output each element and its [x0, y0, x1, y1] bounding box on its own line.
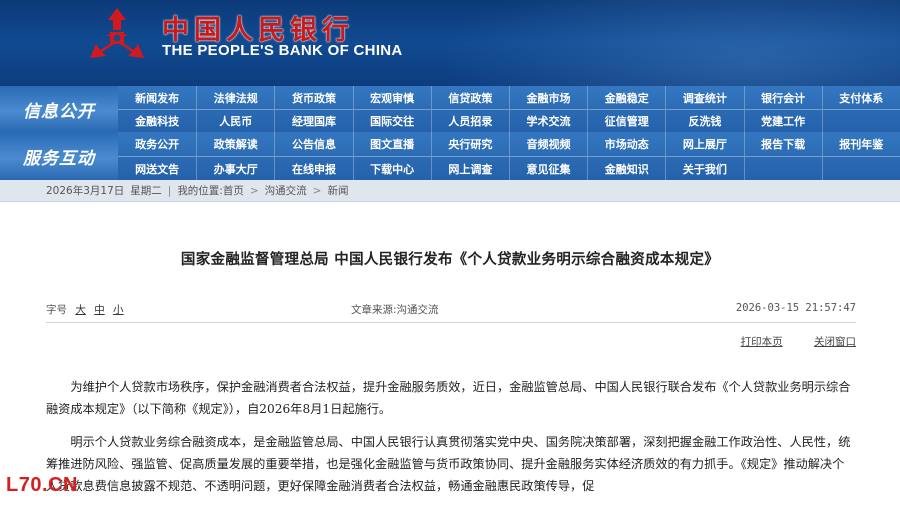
nav-row: 新闻发布 法律法规 货币政策 宏观审慎 信贷政策 金融市场 金融稳定 调查统计 银行会计 支付体系 — [118, 86, 900, 109]
nav-item[interactable]: 网上展厅 — [665, 132, 743, 156]
breadcrumb-separator: > — [249, 184, 259, 197]
nav-item[interactable]: 关于我们 — [665, 157, 743, 180]
nav-item[interactable]: 意见征集 — [508, 157, 587, 180]
nav-item[interactable]: 调查统计 — [665, 86, 743, 109]
font-size-large[interactable]: 大 — [75, 304, 86, 316]
nav-item[interactable]: 征信管理 — [587, 110, 665, 132]
nav-row: 网送文告 办事大厅 在线申报 下载中心 网上调查 意见征集 金融知识 关于我们 — [118, 156, 900, 180]
breadcrumb-home[interactable]: 首页 — [223, 183, 244, 198]
nav-item[interactable]: 网上调查 — [430, 157, 509, 180]
current-date: 2026年3月17日 — [46, 185, 125, 197]
nav-item[interactable]: 金融稳定 — [587, 86, 665, 109]
nav-item-empty — [743, 157, 822, 180]
status-bar: 2026年3月17日 星期二 | 我的位置: 首页 > 沟通交流 > 新闻 — [0, 180, 900, 202]
pboc-logo-icon[interactable] — [86, 6, 148, 64]
nav-item[interactable]: 图文直播 — [352, 132, 431, 156]
site-watermark: L70.CN — [6, 474, 78, 496]
nav-item[interactable]: 反洗钱 — [665, 110, 743, 132]
article-paragraph: 明示个人贷款业务综合融资成本，是金融监管总局、中国人民银行认真贯彻落实党中央、国… — [46, 435, 851, 493]
font-size-medium[interactable]: 中 — [94, 304, 105, 316]
nav-item[interactable]: 人员招录 — [430, 110, 509, 132]
nav-item[interactable]: 新闻发布 — [118, 86, 196, 109]
nav-group-label: 服务互动 — [0, 132, 118, 180]
article-timestamp: 2026-03-15 21:57:47 — [735, 302, 856, 314]
breadcrumb-news[interactable]: 新闻 — [327, 183, 348, 198]
nav-item[interactable]: 音频视频 — [508, 132, 587, 156]
nav-item[interactable]: 金融市场 — [508, 86, 587, 109]
nav-item[interactable]: 央行研究 — [430, 132, 509, 156]
nav-rows: 政务公开 政策解读 公告信息 图文直播 央行研究 音频视频 市场动态 网上展厅 报告下载 报刊年鉴… — [118, 132, 900, 180]
article-source: 文章来源:沟通交流 — [351, 304, 439, 316]
nav-item[interactable]: 公告信息 — [274, 132, 352, 156]
nav-group-service: 服务互动 政务公开 政策解读 公告信息 图文直播 央行研究 音频视频 市场动态 网上展厅 报告下… — [0, 132, 900, 180]
nav-item[interactable]: 报刊年鉴 — [821, 132, 900, 156]
nav-item[interactable]: 信贷政策 — [430, 86, 509, 109]
main-nav: 信息公开 新闻发布 法律法规 货币政策 宏观审慎 信贷政策 金融市场 金融稳定 调查统计 银行会… — [0, 86, 900, 180]
nav-item[interactable]: 法律法规 — [196, 86, 274, 109]
nav-item[interactable]: 政务公开 — [118, 132, 196, 156]
nav-item[interactable]: 经理国库 — [274, 110, 352, 132]
font-size-small[interactable]: 小 — [113, 304, 124, 316]
divider-line — [46, 322, 856, 323]
divider: | — [167, 184, 172, 197]
breadcrumb-communication[interactable]: 沟通交流 — [265, 183, 307, 198]
nav-item[interactable]: 金融科技 — [118, 110, 196, 132]
article-title: 国家金融监督管理总局 中国人民银行发布《个人贷款业务明示综合融资成本规定》 — [180, 251, 720, 268]
nav-row: 政务公开 政策解读 公告信息 图文直播 央行研究 音频视频 市场动态 网上展厅 报告下载 报刊年鉴 — [118, 132, 900, 156]
article-paragraph: 为维护个人贷款市场秩序，保护金融消费者合法权益，提升金融服务质效，近日，金融监管… — [46, 380, 851, 416]
print-page-link[interactable]: 打印本页 — [741, 336, 783, 348]
nav-item[interactable]: 货币政策 — [274, 86, 352, 109]
current-weekday: 星期二 — [130, 185, 162, 197]
nav-item[interactable]: 宏观审慎 — [352, 86, 431, 109]
nav-item[interactable]: 在线申报 — [274, 157, 352, 180]
nav-item[interactable]: 人民币 — [196, 110, 274, 132]
header-glow — [440, 0, 900, 86]
nav-item[interactable]: 金融知识 — [587, 157, 665, 180]
nav-item[interactable]: 网送文告 — [118, 157, 196, 180]
nav-item-empty — [821, 157, 900, 180]
nav-item[interactable]: 政策解读 — [196, 132, 274, 156]
nav-row: 金融科技 人民币 经理国库 国际交往 人员招录 学术交流 征信管理 反洗钱 党建工作 — [118, 109, 900, 132]
nav-item[interactable]: 国际交往 — [352, 110, 431, 132]
nav-item[interactable]: 报告下载 — [743, 132, 822, 156]
article-actions: 打印本页 关闭窗口 — [713, 334, 856, 349]
article-body: 为维护个人贷款市场秩序，保护金融消费者合法权益，提升金融服务质效，近日，金融监管… — [46, 376, 856, 506]
nav-item[interactable]: 党建工作 — [743, 110, 822, 132]
nav-item[interactable]: 下载中心 — [352, 157, 431, 180]
close-window-link[interactable]: 关闭窗口 — [814, 336, 856, 348]
article-meta: 字号 大 中 小 文章来源:沟通交流 2026-03-15 21:57:47 — [46, 302, 856, 318]
nav-item[interactable]: 学术交流 — [508, 110, 587, 132]
font-size-label: 字号 — [46, 304, 67, 316]
nav-item-empty — [821, 110, 900, 132]
nav-item[interactable]: 市场动态 — [587, 132, 665, 156]
location-label: 我的位置: — [177, 185, 223, 197]
site-header: 中国人民银行 THE PEOPLE'S BANK OF CHINA — [0, 0, 900, 86]
nav-group-label: 信息公开 — [0, 86, 118, 132]
breadcrumb-separator: > — [312, 184, 322, 197]
font-size-control: 字号 大 中 小 — [46, 302, 124, 317]
nav-item[interactable]: 银行会计 — [743, 86, 822, 109]
site-title-en: THE PEOPLE'S BANK OF CHINA — [162, 42, 403, 59]
nav-rows: 新闻发布 法律法规 货币政策 宏观审慎 信贷政策 金融市场 金融稳定 调查统计 银行会计 支付体系… — [118, 86, 900, 132]
nav-group-info: 信息公开 新闻发布 法律法规 货币政策 宏观审慎 信贷政策 金融市场 金融稳定 调查统计 银行会… — [0, 86, 900, 132]
nav-item[interactable]: 办事大厅 — [196, 157, 274, 180]
nav-item[interactable]: 支付体系 — [821, 86, 900, 109]
